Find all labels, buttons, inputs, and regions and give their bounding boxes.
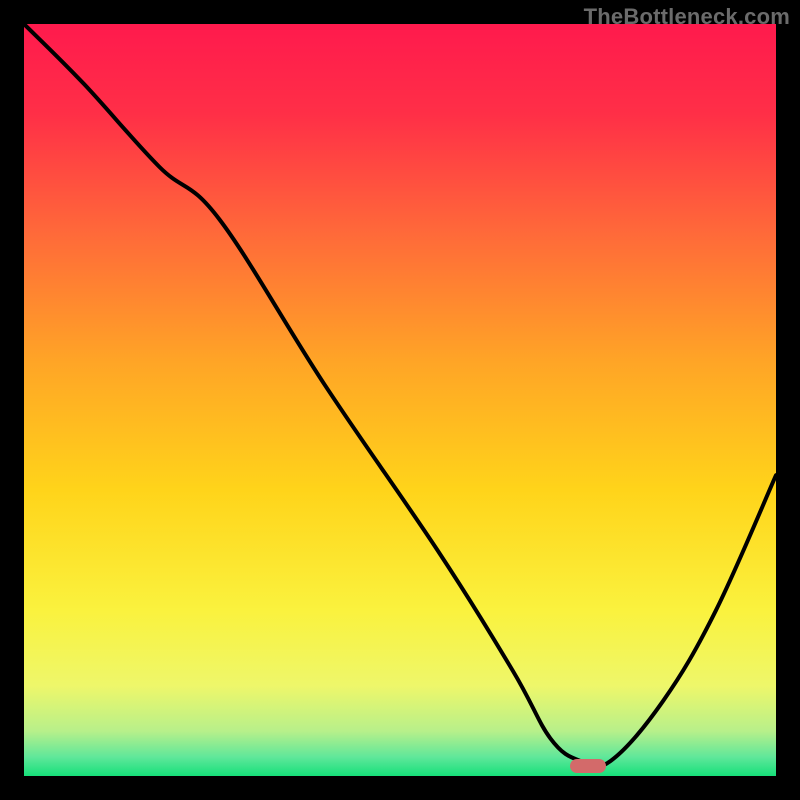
- plot-area: [24, 24, 776, 776]
- bottleneck-curve: [24, 24, 776, 776]
- optimal-point-marker: [570, 759, 606, 773]
- chart-frame: TheBottleneck.com: [0, 0, 800, 800]
- watermark-text: TheBottleneck.com: [584, 4, 790, 30]
